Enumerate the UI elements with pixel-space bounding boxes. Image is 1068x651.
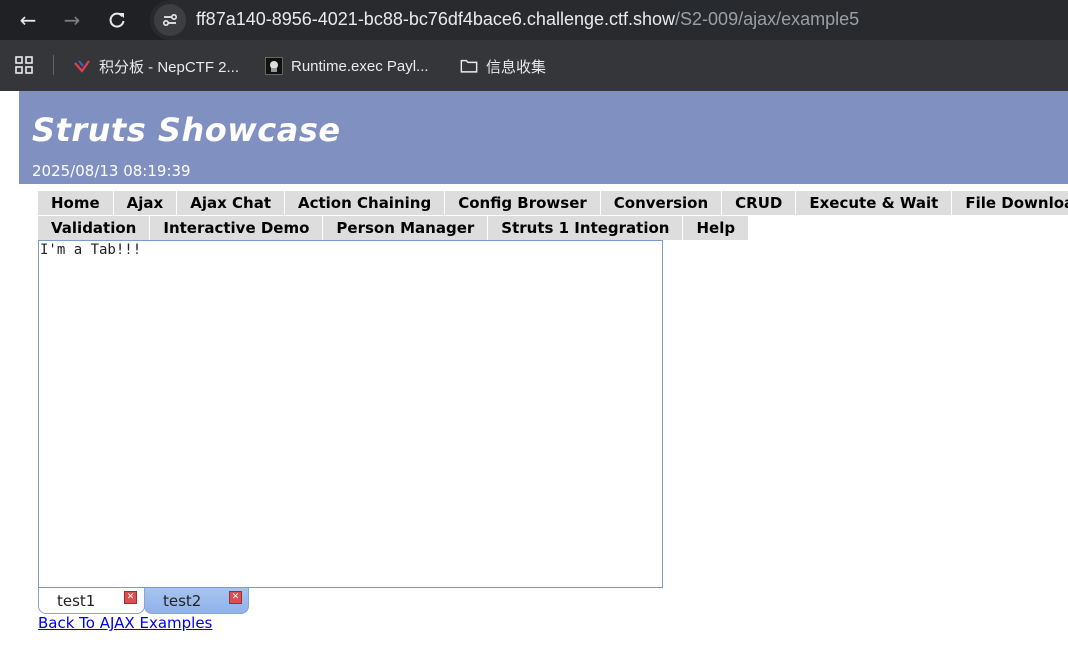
bookmark-label: 信息收集 [486,58,547,76]
bookmark-label: Runtime.exec Payl... [291,57,429,75]
menu-item-crud[interactable]: CRUD [722,191,797,215]
main-menu-row-2: Validation Interactive Demo Person Manag… [38,216,750,240]
menu-item-conversion[interactable]: Conversion [600,191,723,215]
bookmark-label: 积分板 - NepCTF 2... [99,58,240,76]
runtime-favicon-icon [265,57,283,75]
menu-item-ajax-chat[interactable]: Ajax Chat [177,191,285,215]
browser-toolbar: ← → ff87a140-8956-4021-bc88-bc76df4bace6… [0,0,1068,40]
back-to-ajax-examples-link[interactable]: Back To AJAX Examples [38,614,212,632]
folder-icon [460,57,478,75]
header-datetime: 2025/08/13 08:19:39 [32,162,191,180]
menu-item-execute-wait[interactable]: Execute & Wait [796,191,953,215]
menu-item-person-manager[interactable]: Person Manager [323,216,489,240]
url-path: /S2-009/ajax/example5 [675,9,860,29]
tab-test2[interactable]: test2 ✕ [144,588,249,614]
header-banner: Struts Showcase 2025/08/13 08:19:39 [19,91,1068,184]
tab-content-text: I'm a Tab!!! [40,242,142,258]
menu-item-struts1-integration[interactable]: Struts 1 Integration [488,216,684,240]
menu-item-validation[interactable]: Validation [38,216,151,240]
bookmark-nepctf[interactable]: 积分板 - NepCTF 2... [73,54,239,78]
menu-item-ajax[interactable]: Ajax [113,191,178,215]
tab-close-icon[interactable]: ✕ [229,591,242,604]
bookmark-folder-info[interactable]: 信息收集 [460,54,546,78]
menu-item-file-download[interactable]: File Download [952,191,1068,215]
url-text[interactable]: ff87a140-8956-4021-bc88-bc76df4bace6.cha… [196,9,859,30]
menu-item-config-browser[interactable]: Config Browser [445,191,601,215]
menu-item-interactive-demo[interactable]: Interactive Demo [150,216,324,240]
reload-icon[interactable] [103,6,131,34]
page-title: Struts Showcase [32,111,341,149]
tab-test1[interactable]: test1 ✕ [38,588,145,614]
menu-item-home[interactable]: Home [38,191,114,215]
tab-close-icon[interactable]: ✕ [124,591,137,604]
site-info-icon[interactable] [154,4,186,36]
main-menu-row-1: Home Ajax Ajax Chat Action Chaining Conf… [38,191,1068,215]
forward-arrow-icon[interactable]: → [58,6,86,34]
url-host: ff87a140-8956-4021-bc88-bc76df4bace6.cha… [196,9,676,29]
tab-label: test2 [163,592,202,610]
page-content: Struts Showcase 2025/08/13 08:19:39 Home… [19,91,1068,651]
menu-item-action-chaining[interactable]: Action Chaining [284,191,446,215]
menu-item-help[interactable]: Help [683,216,750,240]
bookmark-runtime-exec[interactable]: Runtime.exec Payl... [265,54,429,78]
address-bar[interactable]: ff87a140-8956-4021-bc88-bc76df4bace6.cha… [150,0,1068,40]
nepctf-favicon-icon [73,57,91,75]
tab-label: test1 [57,592,96,610]
apps-grid-icon[interactable] [14,53,34,77]
tab-panel: I'm a Tab!!! [38,240,663,588]
bookmarks-bar: 积分板 - NepCTF 2... Runtime.exec Payl... 信… [0,40,1068,91]
back-arrow-icon[interactable]: ← [14,6,42,34]
bookmarks-divider [53,55,54,75]
